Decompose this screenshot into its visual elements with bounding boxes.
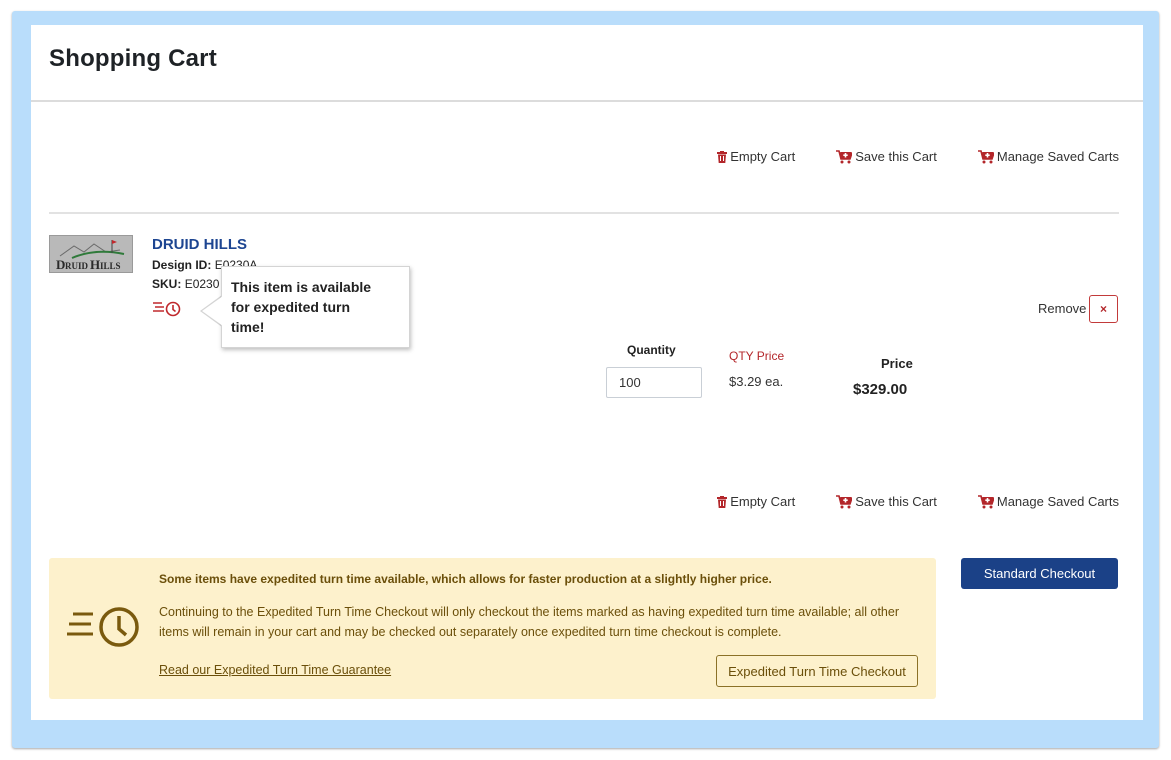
- manage-saved-carts-label: Manage Saved Carts: [996, 149, 1119, 164]
- cart-panel: Shopping Cart Empty Cart Save this Cart …: [31, 25, 1143, 720]
- remove-item-button[interactable]: ×: [1089, 295, 1118, 323]
- price-label: Price: [881, 356, 913, 371]
- qty-price-value: $3.29 ea.: [729, 374, 784, 389]
- notice-body: Continuing to the Expedited Turn Time Ch…: [159, 605, 899, 639]
- cart-plus-icon: [977, 149, 994, 164]
- quantity-input[interactable]: [606, 367, 702, 398]
- cart-plus-icon: [836, 149, 853, 164]
- manage-saved-carts-button[interactable]: Manage Saved Carts: [977, 494, 1119, 509]
- cart-actions-bottom: Empty Cart Save this Cart Manage Saved C…: [717, 494, 1119, 509]
- trash-icon: [717, 495, 728, 508]
- save-cart-button[interactable]: Save this Cart: [836, 149, 937, 164]
- item-divider: [49, 212, 1119, 214]
- empty-cart-label: Empty Cart: [730, 494, 796, 509]
- sku-label: SKU:: [152, 277, 182, 291]
- notice-heading: Some items have expedited turn time avai…: [159, 572, 772, 586]
- standard-checkout-button[interactable]: Standard Checkout: [961, 558, 1118, 589]
- manage-saved-carts-label: Manage Saved Carts: [996, 494, 1119, 509]
- title-divider: [31, 100, 1143, 102]
- close-icon: ×: [1099, 302, 1107, 316]
- trash-icon: [717, 150, 728, 163]
- svg-text:RUID: RUID: [65, 261, 89, 271]
- cart-plus-icon: [977, 494, 994, 509]
- guarantee-link[interactable]: Read our Expedited Turn Time Guarantee: [159, 663, 391, 677]
- quantity-label: Quantity: [627, 343, 676, 357]
- expedited-checkout-button[interactable]: Expedited Turn Time Checkout: [716, 655, 918, 687]
- expedite-clock-icon[interactable]: [152, 299, 184, 322]
- tooltip-arrow-inner: [202, 296, 223, 326]
- expedite-notice: Some items have expedited turn time avai…: [49, 558, 936, 699]
- item-name-link[interactable]: DRUID HILLS: [152, 236, 247, 253]
- qty-price-label: QTY Price: [729, 349, 785, 363]
- design-id-label: Design ID:: [152, 258, 212, 272]
- remove-label[interactable]: Remove: [1038, 301, 1086, 316]
- manage-saved-carts-button[interactable]: Manage Saved Carts: [977, 149, 1119, 164]
- expedite-clock-icon: [65, 604, 145, 655]
- empty-cart-button[interactable]: Empty Cart: [717, 494, 795, 509]
- save-cart-label: Save this Cart: [855, 149, 937, 164]
- save-cart-button[interactable]: Save this Cart: [836, 494, 937, 509]
- save-cart-label: Save this Cart: [855, 494, 937, 509]
- cart-plus-icon: [836, 494, 853, 509]
- empty-cart-button[interactable]: Empty Cart: [717, 149, 795, 164]
- page-title: Shopping Cart: [49, 45, 217, 72]
- item-thumbnail[interactable]: D RUID H ILLS: [49, 235, 133, 273]
- sku: SKU: E0230: [152, 277, 219, 291]
- empty-cart-label: Empty Cart: [730, 149, 796, 164]
- price-value: $329.00: [853, 381, 908, 398]
- expedite-tooltip: This item is available for expedited tur…: [221, 266, 410, 348]
- cart-actions-top: Empty Cart Save this Cart Manage Saved C…: [717, 149, 1119, 164]
- svg-text:ILLS: ILLS: [100, 261, 121, 271]
- svg-text:H: H: [90, 257, 100, 272]
- svg-text:D: D: [56, 257, 65, 272]
- sku-value: E0230: [184, 277, 220, 291]
